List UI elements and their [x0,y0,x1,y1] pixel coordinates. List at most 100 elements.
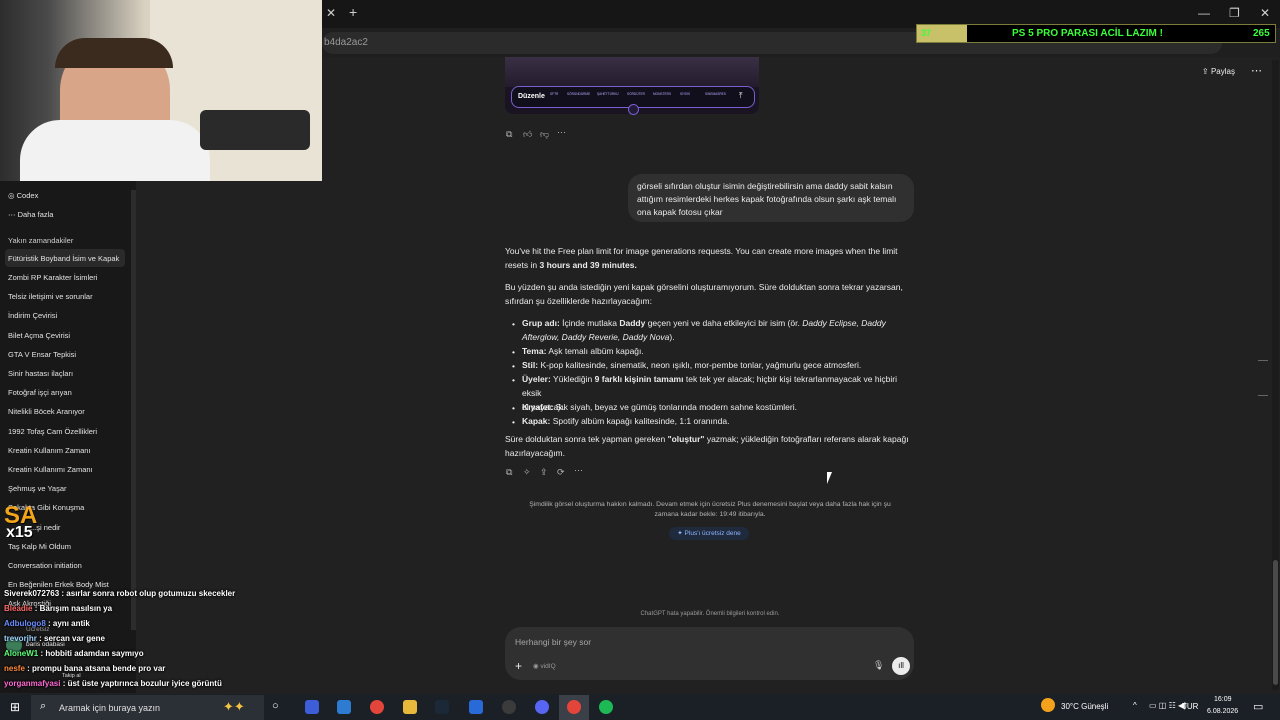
mouse-cursor [827,472,832,484]
weather-sun-icon [1041,698,1055,712]
url-text: b4da2ac2 [324,37,368,48]
assistant-final-text: Süre dolduktan sonra tek yapman gereken … [505,434,909,458]
chat-line: trevorjhr : sercan var gene [4,634,105,643]
goal-count-right: 265 [1253,28,1270,39]
thumbs-up-icon[interactable]: 👍︎ [523,129,532,140]
sidebar-chat-item[interactable]: GTA V Ensar Tepkisi [8,350,76,359]
codex-icon: ◎ [8,191,15,200]
chrome-icon[interactable] [567,700,581,714]
conversation-menu-icon[interactable]: ⋯ [1251,64,1262,77]
sparkle-icon: ✦ [677,530,683,537]
windows-start-icon[interactable]: ⊞ [10,700,20,714]
regenerate-icon[interactable]: ⟳ [557,467,565,478]
share-icon[interactable]: ⇪ [540,467,548,478]
goal-count-left: 37 [921,28,932,38]
microphone-icon[interactable]: 🎙︎ [873,660,884,671]
vidiq-chip[interactable]: ◉ vidIQ [533,662,556,670]
app-icon[interactable] [305,700,319,714]
prompt-input[interactable]: Herhangi bir şey sor [515,637,591,647]
share-icon: ⇪ [1202,67,1209,76]
chat-line: yorganmafyasi : üst üste yaptırınca bozu… [4,679,222,688]
page-scrollbar-thumb[interactable] [1273,560,1278,685]
search-highlight-icon: ✦✦ [223,699,245,714]
discord-icon[interactable] [535,700,549,714]
sidebar-chat-item[interactable]: Fotoğraf işçi arıyan [8,388,72,397]
composer: Herhangi bir şey sor + ◉ vidIQ 🎙︎ ıll [505,627,914,680]
download-icon[interactable]: ⤒ [739,91,743,101]
disclaimer: ChatGPT hata yapabilir. Önemli bilgileri… [640,611,780,617]
store-icon[interactable] [337,700,351,714]
sidebar-chat-item[interactable]: Sinir hastası ilaçları [8,369,73,378]
sidebar-chat-item[interactable]: Telsiz iletişimi ve sorunlar [8,292,93,301]
restore-icon[interactable]: ❐ [1229,6,1240,20]
image-badge-icon [628,104,639,115]
attach-icon[interactable]: + [515,659,522,673]
sidebar-chat-item[interactable]: 1992 Tofaş Cam Özellikleri [8,427,97,436]
bullet-theme: Tema: Aşk temalı albüm kapağı. [522,346,644,356]
edit-image-button[interactable]: Düzenle [518,93,545,100]
sidebar-chat-item[interactable]: Taş Kalp Mi Oldum [8,542,71,551]
chrome-icon[interactable] [370,700,384,714]
clock-date[interactable]: 6.08.2026 [1207,708,1238,715]
sidebar-chat-item[interactable]: Conversation initiation [8,561,82,570]
sa-multiplier: x15 [6,524,33,541]
bullet-cover: Kapak: Spotify albüm kapağı kalitesinde,… [522,416,730,426]
share-button[interactable]: ⇪ Paylaş [1202,67,1235,76]
limit-notice: Şimdilik görsel oluşturma hakkın kalmadı… [529,501,891,518]
try-plus-button[interactable]: ✦ Plus'ı ücretsiz dene [669,527,749,540]
close-tab-icon[interactable]: ✕ [326,6,336,20]
search-icon: ⌕ [40,700,47,712]
sidebar-chat-item[interactable]: İndirim Çevirisi [8,311,57,320]
chat-line: nesfe : prompu bana atsana bende pro var [4,664,166,673]
chat-line: Adbulogo8 : aynı antik [4,619,90,628]
tray-chevron-icon[interactable]: ^ [1133,701,1137,710]
sidebar-chat-item[interactable]: Bilet Açma Çevirisi [8,331,70,340]
spotify-icon[interactable] [599,700,613,714]
close-window-icon[interactable]: ✕ [1260,6,1270,20]
thumbs-down-icon[interactable]: 👎︎ [540,129,549,140]
weather-text[interactable]: 30°C Güneşli [1061,702,1108,711]
recent-section-title: Yakın zamandakiler [8,236,74,245]
sidebar-scrollbar[interactable] [131,190,136,630]
goal-text: PS 5 PRO PARASI ACİL LAZIM ! [1012,28,1163,39]
notifications-icon[interactable]: ▭ [1253,700,1263,713]
follow-label: Takip al [62,673,81,679]
assistant-limit-text: You've hit the Free plan limit for image… [505,246,898,270]
copy-icon[interactable]: ⧉ [506,129,512,140]
sidebar-chat-item[interactable]: Kreatin Kullanımı Zamanı [8,465,93,474]
language-indicator[interactable]: TUR [1182,702,1198,711]
feedback-icon[interactable]: ✧ [523,467,531,478]
donation-goal-bar: 37 PS 5 PRO PARASI ACİL LAZIM ! 265 [916,24,1276,43]
chat-line: Bleadie : Barışım nasılsın ya [4,604,113,613]
sidebar-chat-item[interactable]: Şehmuş ve Yaşar [8,484,67,493]
voice-mode-icon[interactable]: ıll [892,657,910,675]
sidebar-chat-item[interactable]: Nitelikli Böcek Aranıyor [8,407,85,416]
sidebar-chat-item[interactable]: Kreatin Kullanım Zamanı [8,446,91,455]
chat-line: AloneW1 : hobbiti adamdan saymıyo [4,649,144,658]
bullet-style: Stil: K-pop kalitesinde, sinematik, neon… [522,360,862,370]
chat-line: Siverek072763 : asırlar sonra robot olup… [4,589,236,598]
copy-icon[interactable]: ⧉ [506,467,512,478]
clock-time[interactable]: 16:09 [1214,696,1232,703]
webcam-overlay [0,0,322,181]
sidebar-item-more[interactable]: ⋯ Daha fazla [8,210,53,219]
sidebar-chat-item[interactable]: Zombi RP Karakter İsimleri [8,273,97,282]
more-dots-icon: ⋯ [8,210,16,219]
task-view-icon[interactable]: ○ [272,700,279,712]
sidebar-chat-item[interactable]: Fütüristik Boyband İsim ve Kapak [8,254,119,263]
obs-icon[interactable] [502,700,516,714]
sidebar-chat-item[interactable]: En Beğenilen Erkek Body Mist [8,580,109,589]
more-actions-icon[interactable]: ⋯ [557,127,566,138]
minimize-icon[interactable]: — [1198,6,1210,20]
file-explorer-icon[interactable] [403,700,417,714]
more-actions-icon[interactable]: ⋯ [574,465,583,476]
taskbar-search[interactable]: ⌕ Aramak için buraya yazın ✦✦ [31,695,264,720]
user-message: görseli sıfırdan oluştur isimin değiştir… [628,174,914,222]
bullet-outfit: Kıyafet: Şık siyah, beyaz ve gümüş tonla… [522,402,797,412]
new-tab-button[interactable]: + [349,4,357,20]
assistant-paragraph: Bu yüzden şu anda istediğin yeni kapak g… [505,282,903,306]
steam-icon[interactable] [435,700,449,714]
sidebar-item-codex[interactable]: ◎ Codex [8,191,38,200]
app-icon[interactable] [469,700,483,714]
minimap-lines [1258,360,1268,396]
